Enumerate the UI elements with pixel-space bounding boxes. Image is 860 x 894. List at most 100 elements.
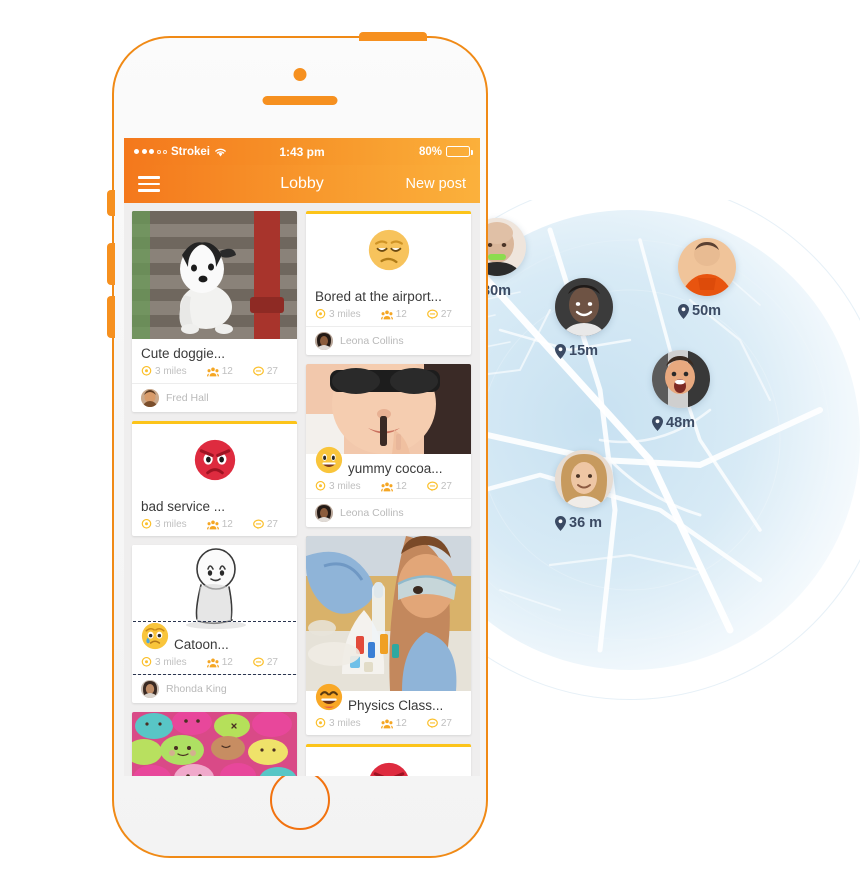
stat-people-value: 12 (395, 309, 407, 320)
photo-lab-scientist[interactable] (306, 536, 471, 691)
stat-people-value: 12 (221, 657, 233, 668)
photo-sketch-character[interactable] (132, 545, 297, 630)
crying-face-emoji (141, 622, 169, 649)
photo-candy-faces[interactable] (132, 712, 297, 776)
photo-puppy[interactable] (132, 211, 297, 339)
marker-48m-label: 48m (666, 415, 696, 431)
avatar (315, 504, 333, 522)
post-stats: 3 miles 12 27 (141, 519, 288, 530)
photo-woman-sunglasses[interactable] (306, 364, 471, 454)
avatar-curly-woman[interactable] (555, 450, 613, 508)
phone-screen: Strokei 1:43 pm 80% Lobby New post Cute … (124, 138, 480, 776)
feed-column-left: Cute doggie... 3 miles 12 27 Fred Hall b… (132, 211, 297, 776)
stat-comments-value: 27 (440, 718, 452, 729)
wifi-icon (215, 148, 226, 156)
marker-15m[interactable]: 15m (555, 278, 613, 359)
location-pin-icon (652, 415, 663, 431)
battery-icon (446, 146, 473, 157)
grinning-face-emoji (315, 446, 343, 473)
post-card-candy[interactable] (132, 712, 297, 776)
author-name: Rhonda King (166, 683, 227, 695)
post-title-row: Catoon... (141, 622, 288, 652)
avatar-orange-shirt-man[interactable] (678, 238, 736, 296)
marker-36m-label: 36 m (569, 515, 603, 531)
comment-bubble-icon (426, 481, 438, 492)
stat-distance-value: 3 miles (155, 519, 187, 530)
carrier-name: Strokei (171, 145, 210, 158)
avatar (141, 389, 159, 407)
post-stats: 3 miles 12 27 (141, 366, 288, 377)
earpiece-speaker (262, 96, 338, 105)
stat-people: 12 (206, 657, 233, 668)
front-camera-icon (293, 68, 307, 81)
signal-strength-icon (134, 149, 167, 154)
post-title: bad service ... (141, 499, 226, 514)
post-title: Cute doggie... (141, 346, 226, 361)
stat-distance-value: 3 miles (329, 718, 361, 729)
post-card-physics-class[interactable]: Physics Class... 3 miles 12 27 (306, 536, 471, 735)
location-pin-icon (315, 309, 326, 319)
post-author[interactable]: Rhonda King (132, 674, 297, 703)
post-card-yummy-cocoa[interactable]: yummy cocoa... 3 miles 12 27 Leona Colli… (306, 364, 471, 527)
group-icon (206, 658, 219, 667)
group-icon (380, 482, 393, 491)
avatar (141, 680, 159, 698)
post-stats: 3 miles 12 27 (315, 481, 462, 492)
post-body: Bored at the airport... 3 miles 12 27 (306, 282, 471, 326)
group-icon (380, 310, 393, 319)
stat-people-value: 12 (221, 519, 233, 530)
comment-bubble-icon (252, 657, 264, 668)
post-title-row: Physics Class... (315, 683, 462, 713)
post-author[interactable]: Leona Collins (306, 498, 471, 527)
marker-48m[interactable]: 48m (652, 350, 710, 431)
angry-face-emoji (194, 439, 235, 481)
stat-distance-value: 3 miles (155, 657, 187, 668)
post-card-bad-service[interactable]: bad service ... 3 miles 12 27 (132, 421, 297, 536)
post-body: Physics Class... 3 miles 12 27 (306, 683, 471, 735)
location-pin-icon (141, 366, 152, 376)
location-pin-icon (555, 343, 566, 359)
post-emoji-media (132, 424, 297, 492)
volume-up-button[interactable] (107, 243, 115, 285)
stat-distance: 3 miles (315, 481, 361, 492)
post-title-row: bad service ... (141, 499, 288, 514)
post-body: yummy cocoa... 3 miles 12 27 (306, 446, 471, 498)
marker-36m-label-row: 36 m (555, 515, 613, 531)
stat-comments-value: 27 (440, 481, 452, 492)
post-author[interactable]: Leona Collins (306, 326, 471, 355)
post-emoji-media (306, 747, 471, 776)
post-card-angry-partial[interactable] (306, 744, 471, 776)
post-card-cute-doggie[interactable]: Cute doggie... 3 miles 12 27 Fred Hall (132, 211, 297, 412)
stat-comments-value: 27 (266, 366, 278, 377)
location-pin-icon (315, 718, 326, 728)
avatar-excited-man[interactable] (652, 350, 710, 408)
new-post-button[interactable]: New post (406, 176, 466, 192)
nearby-users-map[interactable]: 30m 15m 50m 48m 36 m (440, 200, 860, 720)
comment-bubble-icon (426, 718, 438, 729)
hamburger-menu-icon[interactable] (138, 176, 160, 192)
marker-50m[interactable]: 50m (678, 238, 736, 319)
stat-comments-value: 27 (266, 519, 278, 530)
post-card-bored-airport[interactable]: Bored at the airport... 3 miles 12 27 Le… (306, 211, 471, 355)
status-bar: Strokei 1:43 pm 80% (124, 138, 480, 165)
avatar-smiling-man[interactable] (555, 278, 613, 336)
stat-distance-value: 3 miles (329, 309, 361, 320)
author-name: Leona Collins (340, 335, 404, 347)
stat-comments: 27 (426, 309, 452, 320)
stat-people: 12 (380, 309, 407, 320)
stat-comments-value: 27 (440, 309, 452, 320)
post-feed[interactable]: Cute doggie... 3 miles 12 27 Fred Hall b… (124, 203, 480, 776)
comment-bubble-icon (252, 519, 264, 530)
marker-36m[interactable]: 36 m (555, 450, 613, 531)
location-pin-icon (678, 303, 689, 319)
silent-switch[interactable] (107, 190, 115, 216)
post-title: yummy cocoa... (348, 461, 443, 476)
power-button[interactable] (359, 32, 427, 41)
home-button[interactable] (270, 770, 330, 830)
stat-comments: 27 (252, 519, 278, 530)
volume-down-button[interactable] (107, 296, 115, 338)
post-author[interactable]: Fred Hall (132, 383, 297, 412)
comment-bubble-icon (426, 309, 438, 320)
post-card-catoon[interactable]: Catoon... 3 miles 12 27 Rhonda King (132, 545, 297, 703)
stat-distance: 3 miles (141, 366, 187, 377)
